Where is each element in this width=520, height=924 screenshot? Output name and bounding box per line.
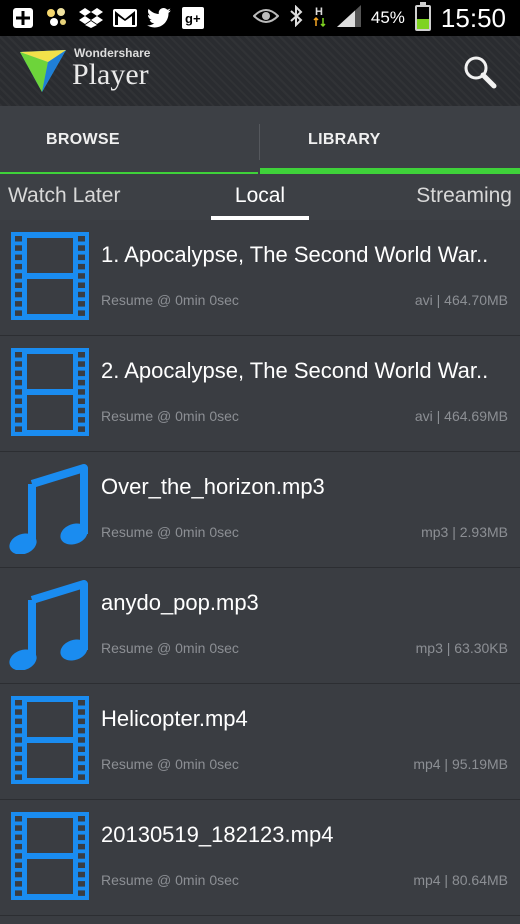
item-resume: Resume @ 0min 0sec	[101, 640, 239, 656]
gmail-icon	[112, 5, 138, 31]
search-icon[interactable]	[462, 54, 498, 90]
list-item[interactable]: 1. Apocalypse, The Second World War.. Re…	[0, 220, 520, 336]
music-note-icon	[8, 578, 92, 671]
clock: 15:50	[440, 2, 506, 33]
notification-icons: g+	[0, 5, 206, 31]
player-logo-icon[interactable]	[18, 48, 68, 94]
eye-icon	[252, 7, 280, 30]
video-file-icon	[8, 810, 92, 902]
gallery-icon	[44, 5, 70, 31]
battery-percent: 45%	[370, 8, 405, 27]
signal-icon	[336, 4, 361, 32]
video-file-icon	[8, 346, 92, 438]
list-item[interactable]: 20130519_182123.mp4 Resume @ 0min 0sec m…	[0, 800, 520, 916]
tab-library-label: LIBRARY	[308, 131, 381, 148]
item-meta: avi | 464.69MB	[414, 408, 508, 424]
video-file-icon	[8, 694, 92, 786]
subtab-streaming[interactable]: Streaming	[416, 184, 512, 208]
item-resume: Resume @ 0min 0sec	[101, 408, 239, 424]
sub-tabs: Watch Later Local Streaming	[0, 174, 520, 220]
item-meta: mp3 | 63.30KB	[415, 640, 508, 656]
main-tabs: BROWSE LIBRARY	[0, 106, 520, 174]
app-title: Player	[72, 58, 149, 91]
item-title: 20130519_182123.mp4	[101, 822, 334, 847]
system-status: H 45% 15:50	[252, 0, 506, 36]
svg-text:H: H	[315, 6, 323, 18]
item-meta: mp3 | 2.93MB	[421, 524, 508, 540]
music-note-icon	[8, 462, 92, 555]
item-meta: mp4 | 80.64MB	[413, 872, 508, 888]
item-meta: mp4 | 95.19MB	[413, 756, 508, 772]
media-list: 1. Apocalypse, The Second World War.. Re…	[0, 220, 520, 916]
item-meta: avi | 464.70MB	[414, 292, 508, 308]
item-title: Over_the_horizon.mp3	[101, 474, 325, 499]
list-item[interactable]: 2. Apocalypse, The Second World War.. Re…	[0, 336, 520, 452]
bluetooth-icon	[289, 4, 303, 32]
item-title: 2. Apocalypse, The Second World War..	[101, 358, 489, 383]
add-icon	[10, 5, 36, 31]
item-title: 1. Apocalypse, The Second World War..	[101, 242, 489, 267]
item-title: anydo_pop.mp3	[101, 590, 259, 615]
battery-level	[416, 19, 429, 29]
dropbox-icon	[78, 5, 104, 31]
twitter-icon	[146, 5, 172, 31]
list-item[interactable]: Helicopter.mp4 Resume @ 0min 0sec mp4 | …	[0, 684, 520, 800]
video-file-icon	[8, 230, 92, 322]
item-resume: Resume @ 0min 0sec	[101, 872, 239, 888]
app-header: Wondershare Player	[0, 36, 520, 106]
item-resume: Resume @ 0min 0sec	[101, 756, 239, 772]
hspa-icon: H	[313, 4, 327, 33]
status-bar: g+ H 45% 15:50	[0, 0, 520, 36]
item-resume: Resume @ 0min 0sec	[101, 292, 239, 308]
battery-icon	[414, 2, 431, 31]
list-item[interactable]: Over_the_horizon.mp3 Resume @ 0min 0sec …	[0, 452, 520, 568]
item-resume: Resume @ 0min 0sec	[101, 524, 239, 540]
tab-divider	[259, 124, 260, 160]
svg-text:g+: g+	[185, 11, 201, 26]
google-plus-icon: g+	[180, 5, 206, 31]
tab-browse[interactable]: BROWSE	[0, 106, 260, 174]
tab-library[interactable]: LIBRARY	[260, 106, 520, 174]
tab-browse-label: BROWSE	[46, 131, 120, 148]
item-title: Helicopter.mp4	[101, 706, 248, 731]
list-item[interactable]: anydo_pop.mp3 Resume @ 0min 0sec mp3 | 6…	[0, 568, 520, 684]
